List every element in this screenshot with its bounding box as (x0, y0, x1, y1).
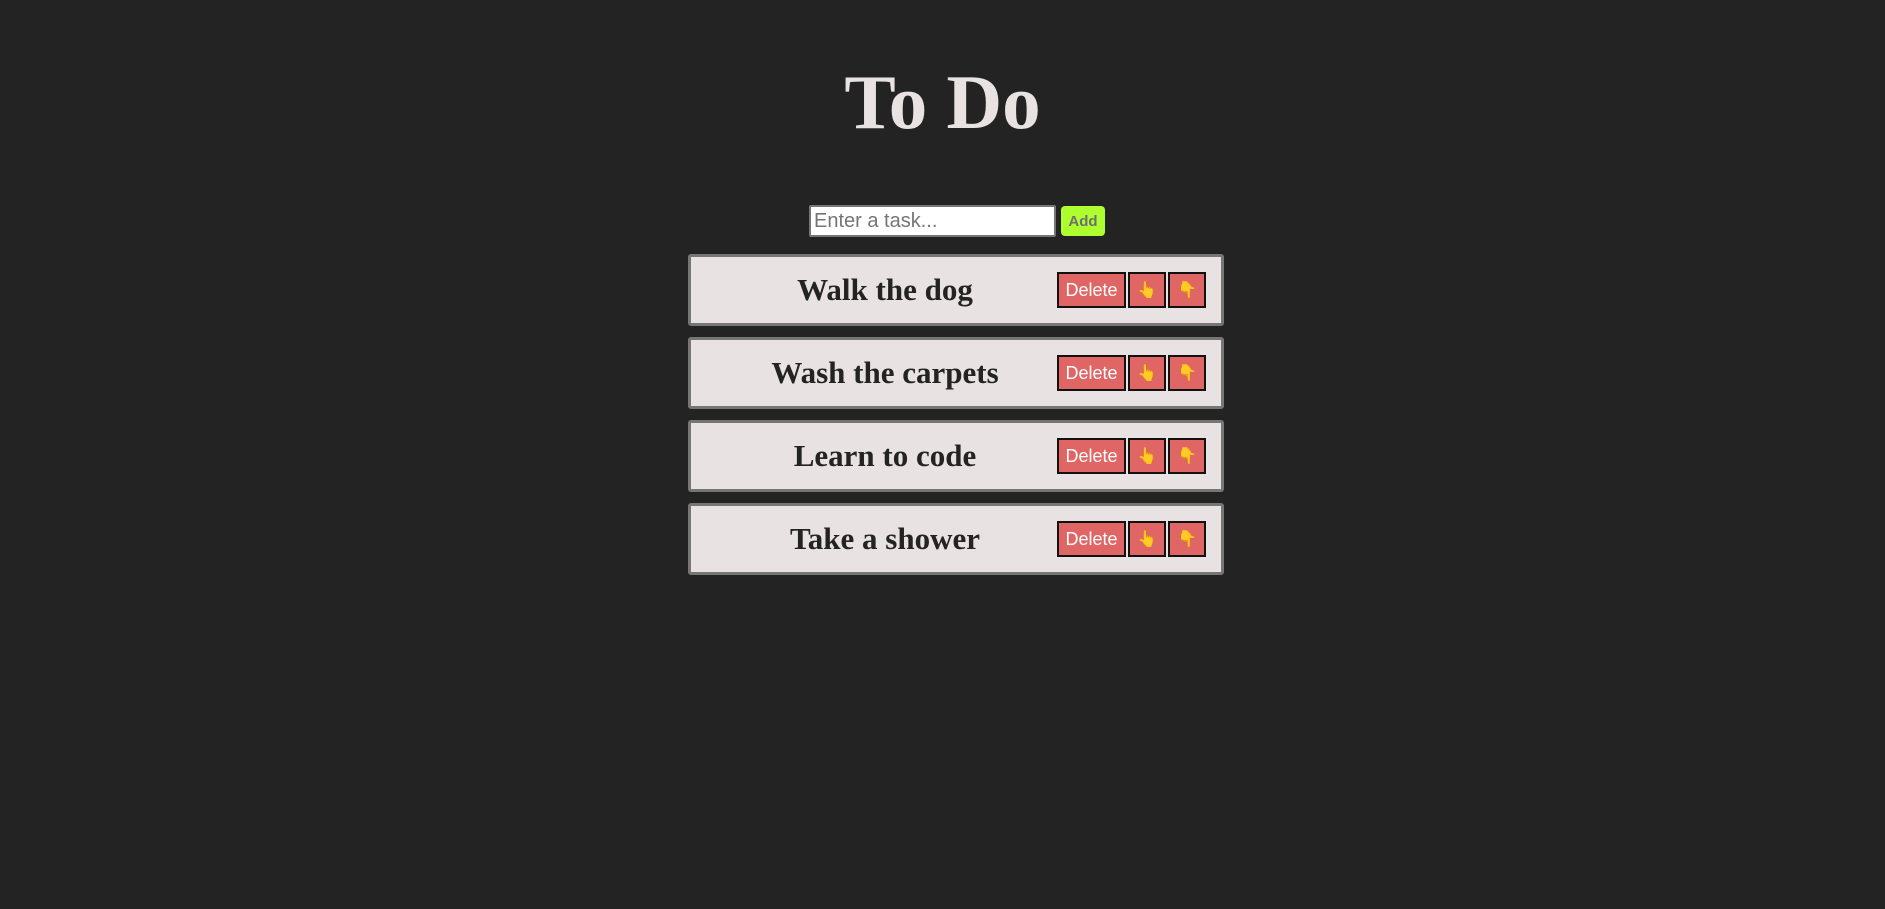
task-text: Take a shower (789, 521, 981, 556)
move-down-button[interactable]: 👇 (1168, 355, 1206, 391)
task-text: Walk the dog (797, 272, 973, 307)
move-down-button[interactable]: 👇 (1168, 438, 1206, 474)
task-actions: Delete 👆 👇 (1057, 272, 1206, 308)
task-text: Wash the carpets (771, 355, 999, 390)
task-item: Wash the carpets Delete 👆 👇 (688, 337, 1224, 409)
delete-button[interactable]: Delete (1057, 355, 1126, 391)
pointing-up-icon: 👆 (1137, 531, 1157, 548)
delete-button[interactable]: Delete (1057, 438, 1126, 474)
move-up-button[interactable]: 👆 (1128, 438, 1166, 474)
move-down-button[interactable]: 👇 (1168, 521, 1206, 557)
task-actions: Delete 👆 👇 (1057, 438, 1206, 474)
task-list: Walk the dog Delete 👆 👇 Wash the carpets… (688, 254, 1224, 586)
pointing-down-icon: 👇 (1177, 448, 1197, 465)
pointing-down-icon: 👇 (1177, 365, 1197, 382)
move-down-button[interactable]: 👇 (1168, 272, 1206, 308)
page-title: To Do (844, 59, 1041, 145)
delete-button[interactable]: Delete (1057, 521, 1126, 557)
move-up-button[interactable]: 👆 (1128, 272, 1166, 308)
task-text: Learn to code (793, 438, 977, 473)
add-task-form: Add (809, 205, 1105, 237)
task-actions: Delete 👆 👇 (1057, 355, 1206, 391)
pointing-up-icon: 👆 (1137, 448, 1157, 465)
task-item: Walk the dog Delete 👆 👇 (688, 254, 1224, 326)
task-actions: Delete 👆 👇 (1057, 521, 1206, 557)
move-up-button[interactable]: 👆 (1128, 355, 1166, 391)
task-input[interactable] (809, 205, 1056, 237)
add-button[interactable]: Add (1061, 206, 1105, 236)
task-item: Learn to code Delete 👆 👇 (688, 420, 1224, 492)
pointing-up-icon: 👆 (1137, 365, 1157, 382)
task-item: Take a shower Delete 👆 👇 (688, 503, 1224, 575)
move-up-button[interactable]: 👆 (1128, 521, 1166, 557)
pointing-down-icon: 👇 (1177, 282, 1197, 299)
delete-button[interactable]: Delete (1057, 272, 1126, 308)
pointing-up-icon: 👆 (1137, 282, 1157, 299)
pointing-down-icon: 👇 (1177, 531, 1197, 548)
